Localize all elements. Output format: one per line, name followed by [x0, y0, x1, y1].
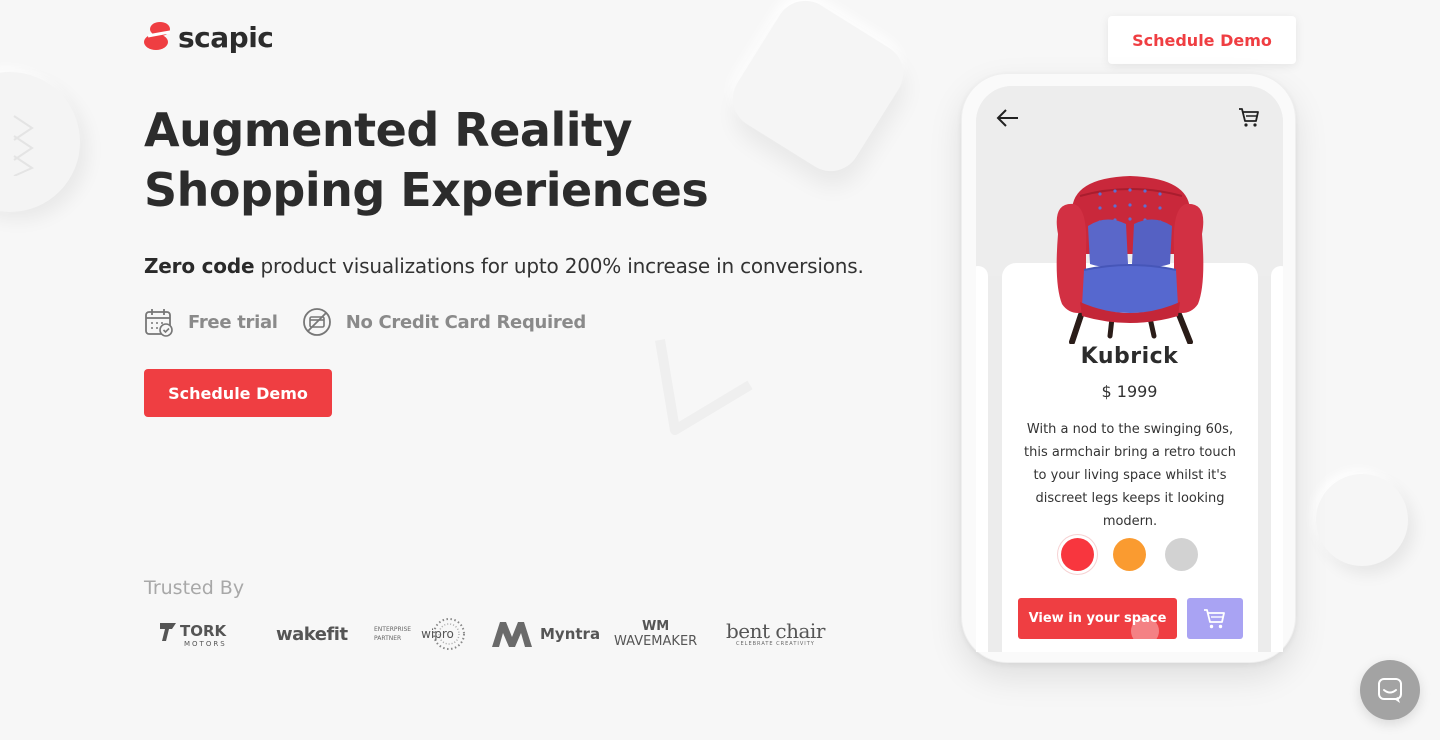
client-logos: TORK MOTORS wakefit ENTERPRISE PARTNER w…: [144, 612, 834, 656]
logo-text: scapic: [178, 20, 274, 54]
product-description: With a nod to the swinging 60s, this arm…: [1024, 422, 1236, 529]
scapic-logo-icon: [144, 22, 171, 50]
swatch-grey[interactable]: [1165, 538, 1198, 571]
chat-icon: [1378, 678, 1402, 703]
bent-chair-tagline: CELEBRATE CREATIVITY: [736, 641, 815, 647]
scapic-logo[interactable]: scapic: [144, 20, 274, 54]
product-price: $ 1999: [1101, 382, 1158, 401]
wavemaker-logo: WM WAVEMAKER: [614, 612, 697, 656]
hero-title: Augmented Reality Shopping Experiences: [144, 100, 764, 220]
back-arrow-icon[interactable]: [994, 104, 1022, 132]
color-swatches: [976, 538, 1283, 571]
swatch-red[interactable]: [1061, 538, 1094, 571]
decorative-chevrons: [13, 115, 35, 176]
hero-title-line-2: Shopping Experiences: [144, 163, 709, 217]
hero-subtitle-rest: product visualizations for upto 200% inc…: [254, 254, 864, 278]
tap-indicator: [1131, 617, 1159, 645]
next-product-card[interactable]: [1271, 266, 1283, 652]
phone-screen: Kubrick $ 1999 With a nod to the swingin…: [976, 86, 1283, 652]
chat-launcher-button[interactable]: [1360, 660, 1420, 720]
wipro-sub2: PARTNER: [374, 635, 402, 642]
hero-title-line-1: Augmented Reality: [144, 103, 632, 157]
add-to-cart-button[interactable]: [1187, 598, 1243, 639]
swatch-orange[interactable]: [1113, 538, 1146, 571]
feature-free-trial: Free trial: [144, 307, 278, 337]
bent-chair-logo: bent chair CELEBRATE CREATIVITY: [726, 612, 825, 656]
feature-label: Free trial: [188, 311, 278, 333]
phone-mockup: Kubrick $ 1999 With a nod to the swingin…: [961, 73, 1296, 663]
svg-text:MOTORS: MOTORS: [184, 640, 227, 648]
cart-icon: [1204, 608, 1225, 628]
tork-logo-icon: TORK MOTORS: [160, 622, 228, 648]
armchair-image: [1056, 176, 1204, 344]
feature-no-credit-card: No Credit Card Required: [302, 307, 586, 337]
wavemaker-text: WAVEMAKER: [614, 633, 698, 649]
myntra-text: Myntra: [540, 625, 601, 643]
wavemaker-mark: WM: [641, 618, 670, 634]
calendar-icon: [145, 309, 173, 337]
tork-motors-logo: TORK MOTORS: [158, 612, 234, 656]
wipro-mark: wipro: [421, 616, 467, 652]
myntra-m-icon: [492, 622, 532, 647]
hero-subtitle: Zero code product visualizations for upt…: [144, 254, 864, 278]
myntra-logo: Myntra: [490, 612, 600, 656]
decorative-triangle: [655, 339, 753, 435]
wipro-logo: ENTERPRISE PARTNER wipro: [374, 612, 467, 656]
wakefit-text: wakefit: [276, 623, 348, 645]
feature-list: Free trial No Credit Card Required: [144, 306, 610, 338]
decorative-circle-right: [1316, 474, 1408, 566]
wipro-partner-text: ENTERPRISE PARTNER: [374, 625, 411, 643]
hero-subtitle-bold: Zero code: [144, 254, 255, 278]
previous-product-card[interactable]: [976, 266, 988, 652]
trusted-by-label: Trusted By: [144, 577, 245, 599]
wipro-sub1: ENTERPRISE: [374, 626, 412, 633]
cart-icon[interactable]: [1237, 105, 1261, 129]
wipro-text: wipro: [421, 627, 454, 641]
hero-schedule-demo-button[interactable]: Schedule Demo: [144, 369, 332, 417]
header-schedule-demo-button[interactable]: Schedule Demo: [1108, 16, 1296, 64]
wakefit-logo: wakefit: [276, 612, 348, 656]
product-name: Kubrick: [1080, 344, 1179, 369]
svg-text:TORK: TORK: [180, 622, 228, 640]
feature-label: No Credit Card Required: [345, 311, 587, 333]
no-credit-card-icon: [302, 308, 331, 336]
bent-chair-text: bent chair: [726, 619, 825, 643]
